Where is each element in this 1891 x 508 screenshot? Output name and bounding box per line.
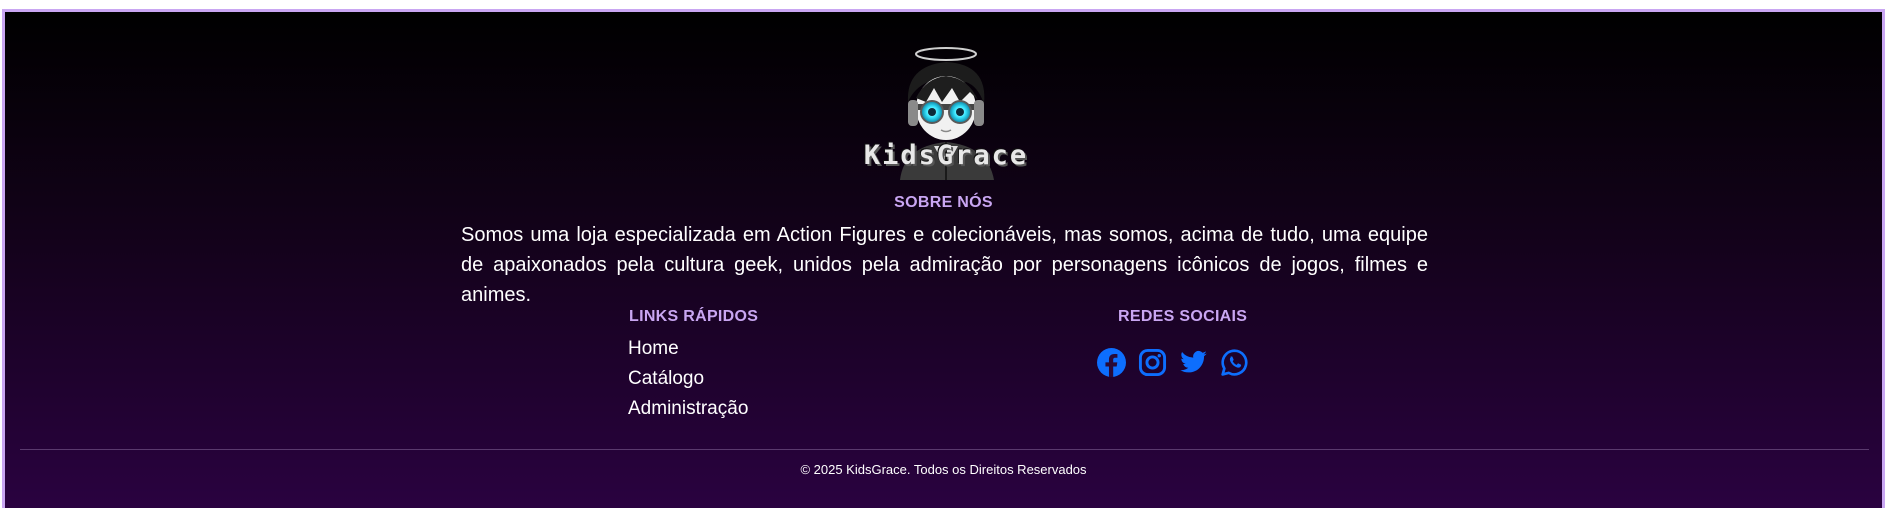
facebook-icon[interactable] xyxy=(1097,348,1126,377)
site-logo[interactable]: KidsGrace xyxy=(848,42,1044,180)
link-administracao[interactable]: Administração xyxy=(628,394,748,424)
instagram-icon[interactable] xyxy=(1138,348,1167,377)
quick-links-list: Home Catálogo Administração xyxy=(628,334,748,424)
logo-wordmark: KidsGrace xyxy=(863,140,1029,171)
footer-divider xyxy=(20,449,1869,450)
quick-links-title: LINKS RÁPIDOS xyxy=(629,308,759,325)
link-home[interactable]: Home xyxy=(628,334,748,364)
copyright-text: © 2025 KidsGrace. Todos os Direitos Rese… xyxy=(800,462,1087,477)
whatsapp-icon[interactable] xyxy=(1220,348,1249,377)
link-catalogo[interactable]: Catálogo xyxy=(628,364,748,394)
site-footer: KidsGrace SOBRE NÓS Somos uma loja espec… xyxy=(5,12,1882,508)
social-title: REDES SOCIAIS xyxy=(1118,308,1248,325)
about-title: SOBRE NÓS xyxy=(894,194,993,211)
twitter-icon[interactable] xyxy=(1179,348,1208,377)
about-text: Somos uma loja especializada em Action F… xyxy=(461,224,1428,306)
social-icons xyxy=(1097,348,1249,377)
